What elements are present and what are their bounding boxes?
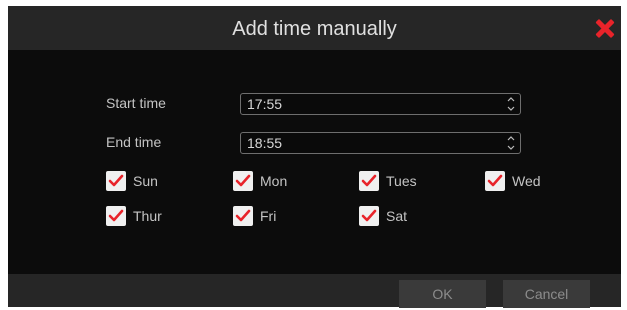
day-label-mon: Mon bbox=[260, 173, 288, 189]
end-time-label: End time bbox=[106, 134, 162, 150]
checkmark-icon[interactable] bbox=[359, 171, 379, 191]
chevron-down-icon[interactable] bbox=[507, 144, 515, 151]
day-label-thur: Thur bbox=[133, 208, 162, 224]
start-time-spinner[interactable] bbox=[506, 96, 516, 112]
start-time-input[interactable] bbox=[247, 96, 487, 112]
checkmark-icon[interactable] bbox=[106, 206, 126, 226]
checkmark-icon[interactable] bbox=[233, 171, 253, 191]
start-time-field[interactable] bbox=[240, 93, 521, 115]
checkmark-icon[interactable] bbox=[106, 171, 126, 191]
checkmark-icon[interactable] bbox=[233, 206, 253, 226]
day-label-tues: Tues bbox=[386, 173, 417, 189]
start-time-label: Start time bbox=[106, 95, 166, 111]
checkmark-icon[interactable] bbox=[485, 171, 505, 191]
checkmark-icon[interactable] bbox=[359, 206, 379, 226]
chevron-down-icon[interactable] bbox=[507, 105, 515, 112]
chevron-up-icon[interactable] bbox=[507, 135, 515, 142]
chevron-up-icon[interactable] bbox=[507, 96, 515, 103]
end-time-spinner[interactable] bbox=[506, 135, 516, 151]
day-label-sat: Sat bbox=[386, 208, 408, 224]
cancel-button[interactable]: Cancel bbox=[503, 280, 590, 308]
end-time-input[interactable] bbox=[247, 135, 487, 151]
close-icon[interactable] bbox=[594, 18, 616, 40]
dialog-titlebar: Add time manually bbox=[8, 6, 621, 50]
dialog-title: Add time manually bbox=[232, 18, 397, 40]
add-time-dialog: Add time manually Start time End time Su… bbox=[8, 6, 621, 308]
end-time-field[interactable] bbox=[240, 132, 521, 154]
day-label-wed: Wed bbox=[512, 173, 541, 189]
day-label-sun: Sun bbox=[133, 173, 158, 189]
ok-button[interactable]: OK bbox=[399, 280, 486, 308]
day-label-fri: Fri bbox=[260, 208, 277, 224]
